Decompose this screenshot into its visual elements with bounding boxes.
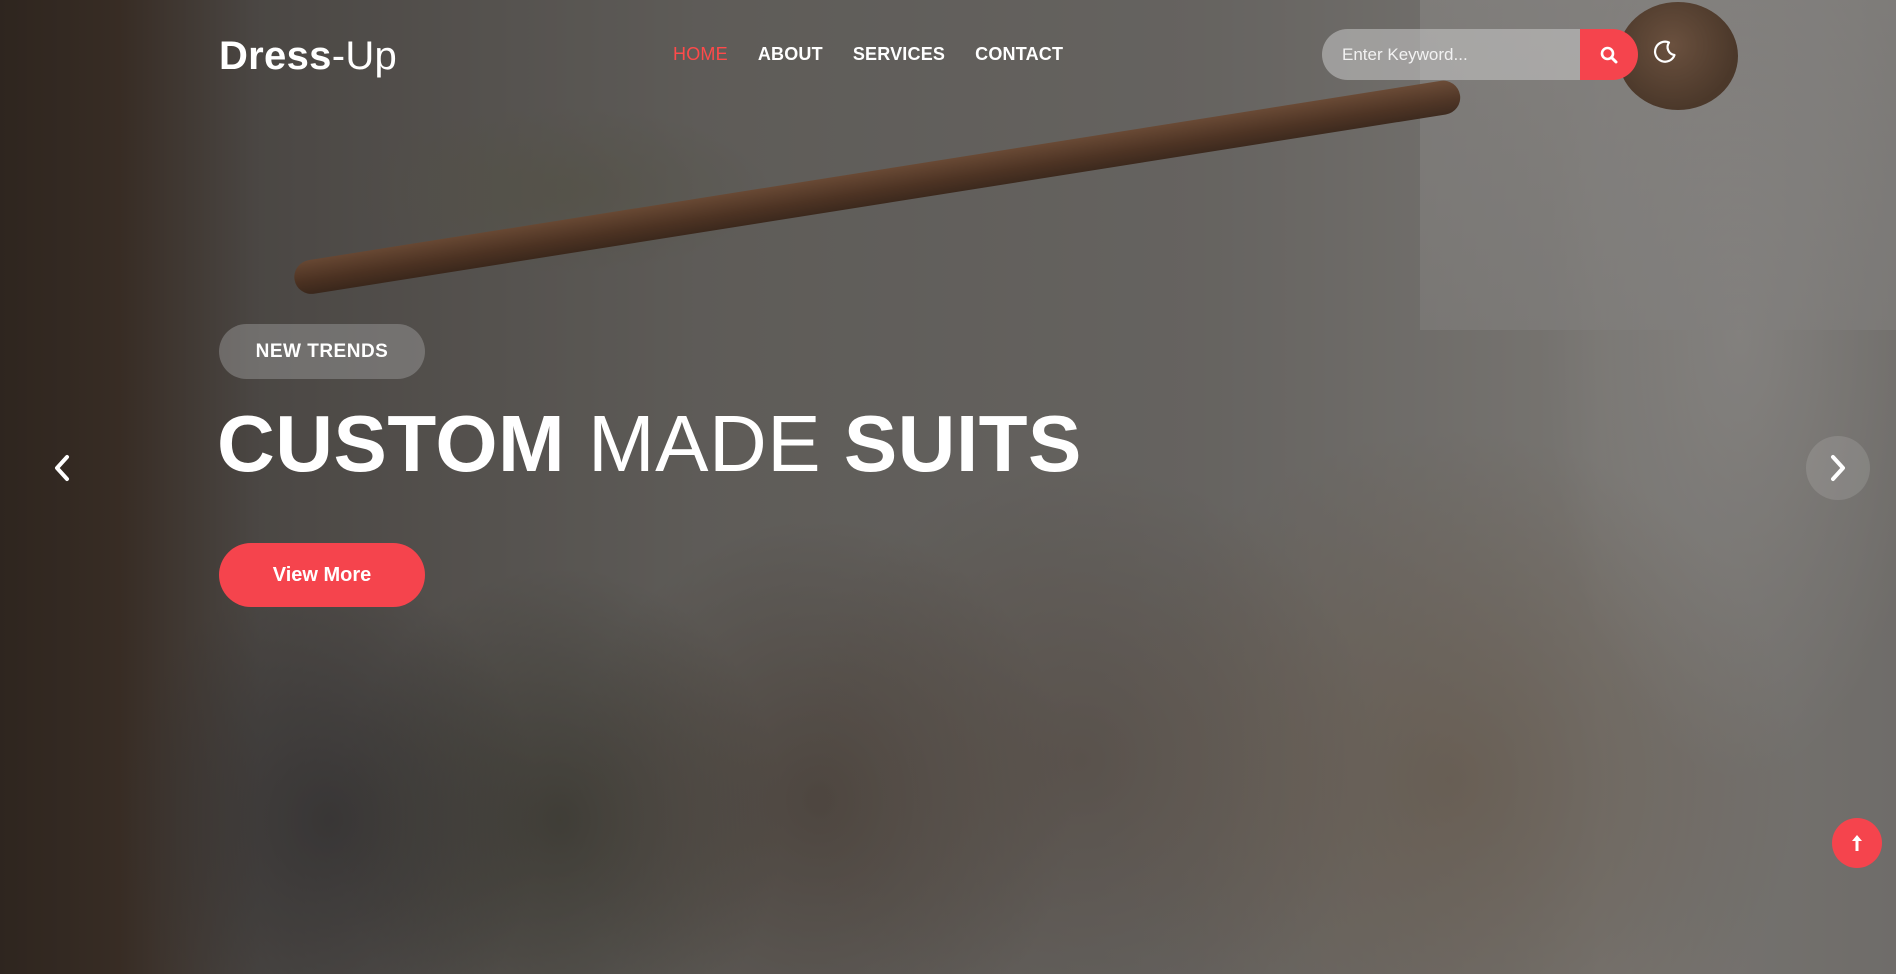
scroll-top-button[interactable] [1832,818,1882,868]
moon-icon [1653,40,1676,63]
chevron-right-icon [1831,455,1845,481]
hero-headline-part1: CUSTOM [217,399,566,488]
hero-headline: CUSTOM MADE SUITS [217,396,1082,492]
brand-logo-light: -Up [331,34,398,78]
view-more-button[interactable]: View More [219,543,425,607]
search-form [1322,29,1638,80]
brand-logo-bold: Dress [219,34,332,78]
brand-logo[interactable]: Dress-Up [219,32,397,80]
carousel-prev-button[interactable] [30,436,94,500]
arrow-up-icon [1852,835,1862,851]
main-nav: HOME ABOUT SERVICES CONTACT [673,42,1063,66]
site-header: Dress-Up HOME ABOUT SERVICES CONTACT [0,0,1896,110]
nav-item-home[interactable]: HOME [673,42,728,66]
search-button[interactable] [1580,29,1638,80]
theme-toggle[interactable] [1651,38,1679,66]
hero-headline-part3: SUITS [843,399,1082,488]
search-icon [1600,46,1618,63]
nav-item-about[interactable]: ABOUT [758,42,823,66]
hero-badge: NEW TRENDS [219,324,425,379]
search-input[interactable] [1322,29,1580,80]
carousel-next-button[interactable] [1806,436,1870,500]
nav-item-services[interactable]: SERVICES [853,42,945,66]
hero-headline-part2: MADE [587,399,822,488]
nav-item-contact[interactable]: CONTACT [975,42,1063,66]
chevron-left-icon [55,455,69,481]
